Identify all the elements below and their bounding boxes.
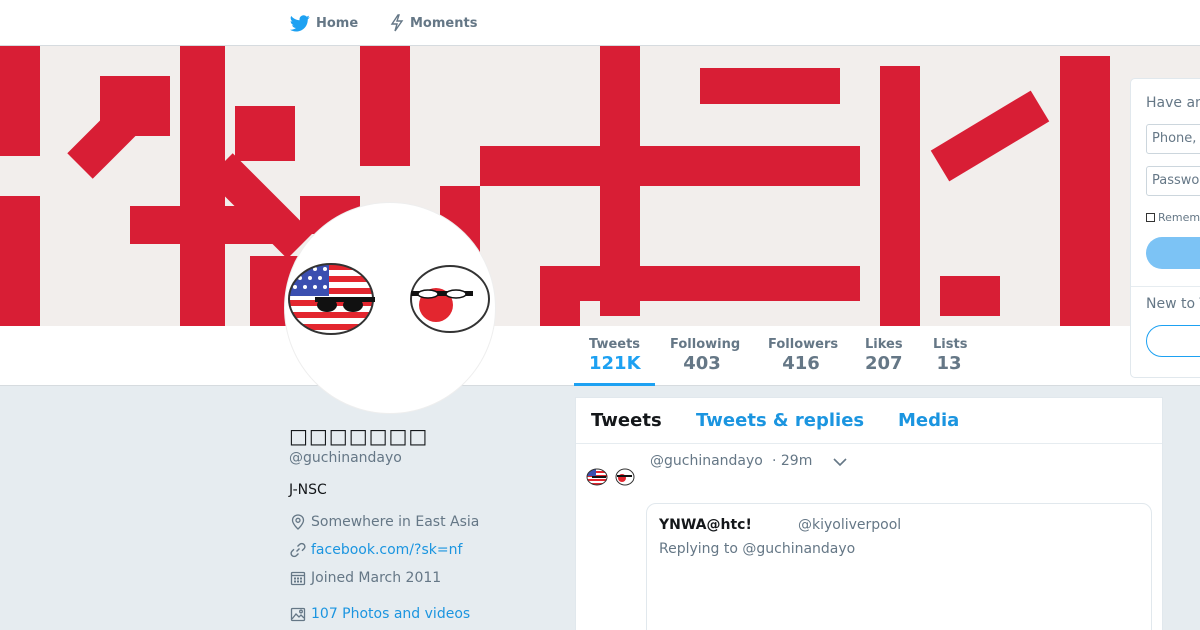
tab-media[interactable]: Media xyxy=(898,410,959,431)
nav-moments-label: Moments xyxy=(410,15,478,31)
stat-tweets-label: Tweets xyxy=(589,337,641,352)
stat-tweets-value: 121K xyxy=(589,353,641,374)
tweet-item[interactable]: @guchinandayo · 29m YNWA@htc! @kiyoliver… xyxy=(576,444,1162,630)
link-icon xyxy=(289,542,307,558)
profile-website: facebook.com/?sk=nf xyxy=(289,542,462,558)
nav-home-label: Home xyxy=(316,15,359,31)
profile-banner xyxy=(0,46,1200,326)
lightning-icon xyxy=(390,14,404,32)
profile-handle[interactable]: @guchinandayo xyxy=(289,450,402,466)
login-password-input[interactable]: Password xyxy=(1146,166,1200,196)
stat-following-value: 403 xyxy=(683,353,721,374)
tweet-handle[interactable]: @guchinandayo xyxy=(650,453,763,469)
quoted-tweet[interactable]: YNWA@htc! @kiyoliverpool Replying to @gu… xyxy=(646,503,1152,630)
location-pin-icon xyxy=(289,514,307,530)
image-icon xyxy=(289,606,307,622)
login-heading: Have an account? xyxy=(1146,95,1200,111)
quoted-tweet-reply-context: Replying to @guchinandayo xyxy=(659,541,856,557)
stat-tweets[interactable]: Tweets 121K xyxy=(574,326,655,386)
tweet-time[interactable]: · 29m xyxy=(772,453,812,469)
stat-likes-label: Likes xyxy=(865,337,903,352)
profile-joined-text: Joined March 2011 xyxy=(311,570,442,586)
stat-followers-label: Followers xyxy=(768,337,839,352)
twitter-bird-icon xyxy=(290,14,310,32)
top-nav: Home Moments xyxy=(0,0,1200,46)
stat-followers-value: 416 xyxy=(782,353,820,374)
timeline: Tweets Tweets & replies Media @guchinand… xyxy=(575,397,1163,630)
tweet-avatar[interactable] xyxy=(586,466,638,488)
stat-lists-value: 13 xyxy=(936,353,962,374)
profile-website-link[interactable]: facebook.com/?sk=nf xyxy=(311,542,462,558)
remember-checkbox[interactable] xyxy=(1146,213,1155,222)
chevron-down-icon[interactable] xyxy=(832,454,848,470)
stat-lists[interactable]: Lists 13 xyxy=(918,326,980,386)
profile-location-text: Somewhere in East Asia xyxy=(311,514,480,530)
profile-joined: Joined March 2011 xyxy=(289,570,441,586)
login-button[interactable] xyxy=(1146,237,1200,269)
nav-moments[interactable]: Moments xyxy=(390,0,477,46)
signup-button[interactable] xyxy=(1146,325,1200,357)
login-divider xyxy=(1131,286,1200,287)
profile-photos: 107 Photos and videos xyxy=(289,606,470,622)
stat-following-label: Following xyxy=(670,337,741,352)
stat-following[interactable]: Following 403 xyxy=(655,326,749,386)
profile-bio: J-NSC xyxy=(289,482,327,498)
tab-tweets-replies[interactable]: Tweets & replies xyxy=(696,410,864,431)
new-to-twitter-text: New to Twitter? xyxy=(1146,296,1200,312)
profile-location: Somewhere in East Asia xyxy=(289,514,479,530)
stat-likes-value: 207 xyxy=(865,353,903,374)
login-box: Have an account? Phone, email or usernam… xyxy=(1130,78,1200,378)
profile-stats-bar: Tweets 121K Following 403 Followers 416 … xyxy=(0,326,1200,386)
profile-photos-link[interactable]: 107 Photos and videos xyxy=(311,606,470,622)
profile-name[interactable]: □□□□□□□ xyxy=(289,424,428,448)
quoted-tweet-name[interactable]: YNWA@htc! xyxy=(659,517,752,533)
timeline-tabs: Tweets Tweets & replies Media xyxy=(576,398,1162,444)
quoted-tweet-handle[interactable]: @kiyoliverpool xyxy=(798,517,901,533)
stat-lists-label: Lists xyxy=(933,337,968,352)
profile-avatar[interactable] xyxy=(284,202,496,414)
nav-home[interactable]: Home xyxy=(290,0,358,46)
tab-tweets[interactable]: Tweets xyxy=(591,410,662,431)
calendar-icon xyxy=(289,570,307,586)
login-username-input[interactable]: Phone, email or username xyxy=(1146,124,1200,154)
stat-likes[interactable]: Likes 207 xyxy=(850,326,917,386)
remember-label: Remember me xyxy=(1158,211,1200,224)
stat-followers[interactable]: Followers 416 xyxy=(753,326,849,386)
remember-me[interactable]: Remember me xyxy=(1146,211,1200,224)
